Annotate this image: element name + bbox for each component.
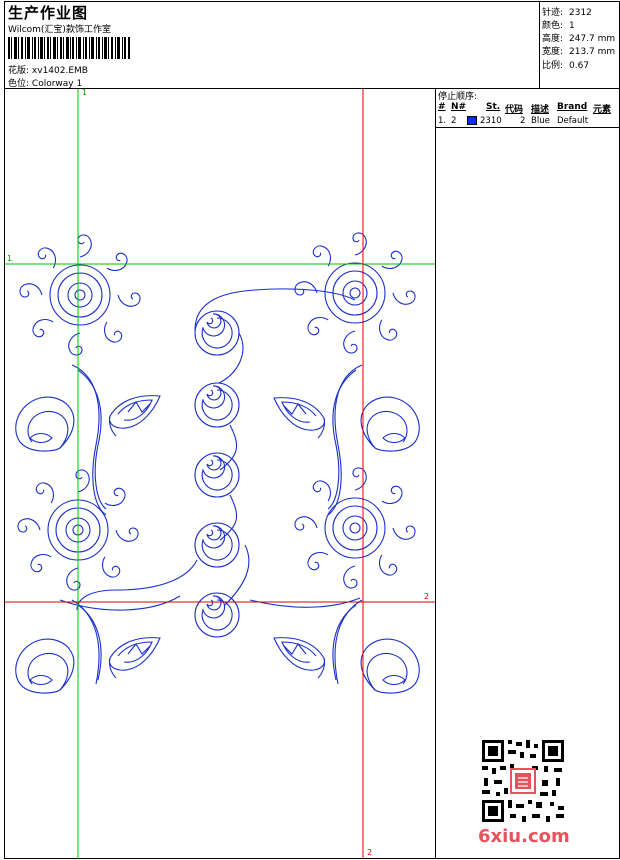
embroidery-design-canvas (4, 89, 435, 859)
thread-paths (15, 233, 420, 694)
guide-lines (4, 89, 435, 859)
qr-code-icon (480, 738, 566, 824)
guide-label-horizontal-red: 2 (424, 592, 430, 601)
guide-label-vertical-green: 1 (82, 88, 88, 97)
production-sheet: 生产作业图 Wilcom(汇宝)款饰工作室 花版: xv1402.EMB 色位:… (0, 0, 620, 860)
guide-label-horizontal-green: 1 (7, 254, 13, 263)
watermark-text: 6xiu.com (478, 826, 570, 847)
guide-label-vertical-red: 2 (367, 848, 373, 857)
